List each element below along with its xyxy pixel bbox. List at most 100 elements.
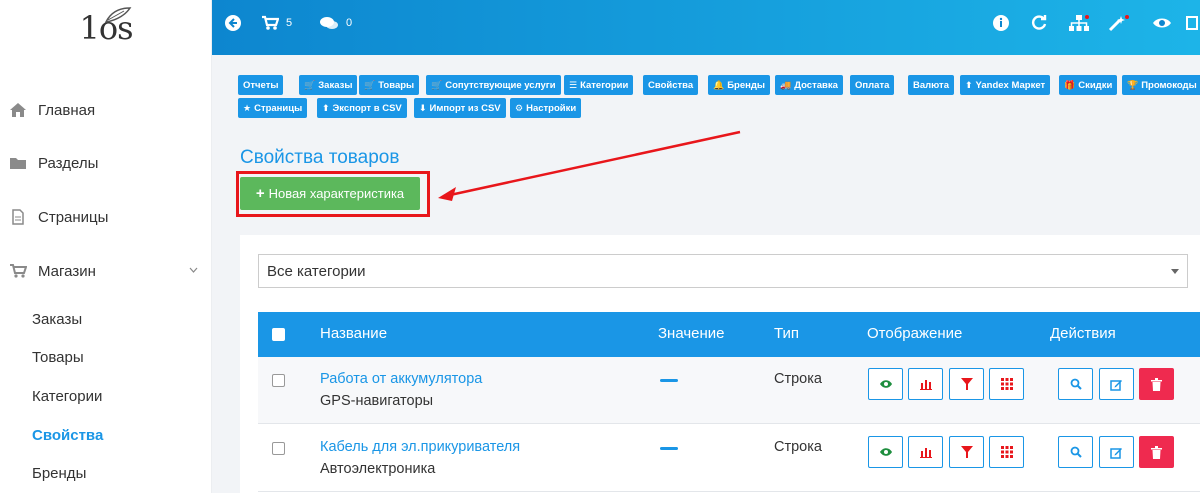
eye-icon [879, 448, 892, 456]
sidebar-item-label: Разделы [38, 154, 99, 172]
delete-button[interactable] [1139, 436, 1174, 468]
header-name[interactable]: Название [320, 325, 387, 342]
sidebar-item-shop[interactable]: Магазин [0, 256, 212, 286]
header-display: Отображение [867, 325, 963, 342]
sitemap-icon[interactable] [1068, 13, 1090, 33]
quick-nav-label: Оплата [855, 79, 890, 91]
toggle-stats-button[interactable] [908, 368, 943, 400]
toggle-visible-button[interactable] [868, 436, 903, 468]
logout-icon[interactable] [1186, 13, 1200, 33]
header-value[interactable]: Значение [658, 325, 725, 342]
toggle-filter-button[interactable] [949, 368, 984, 400]
trash-icon [1151, 445, 1162, 459]
edit-button[interactable] [1099, 436, 1134, 468]
eye-icon [879, 380, 892, 388]
quick-nav-categories[interactable]: ☰ Категории [564, 75, 634, 95]
quick-nav-properties[interactable]: Свойства [643, 75, 699, 95]
sidebar-item-label: Страницы [38, 208, 109, 226]
quick-nav-label: Заказы [318, 79, 353, 91]
sidebar-item-home[interactable]: Главная [0, 95, 212, 125]
sidebar-subitem-products[interactable]: Товары [32, 349, 84, 366]
row-checkbox[interactable] [272, 442, 285, 455]
value-dash [660, 447, 678, 450]
back-icon[interactable] [224, 13, 242, 33]
row-checkbox[interactable] [272, 374, 285, 387]
comments-indicator[interactable]: 0 [319, 13, 352, 33]
table-row: Кабель для эл.прикуривателя Автоэлектрон… [258, 425, 1200, 492]
sidebar-subitem-properties[interactable]: Свойства [32, 427, 103, 444]
quick-nav-delivery[interactable]: 🚚 Доставка [775, 75, 843, 95]
sidebar-subitem-categories[interactable]: Категории [32, 388, 102, 405]
quick-nav-currency[interactable]: Валюта [908, 75, 954, 95]
toggle-grid-button[interactable] [989, 368, 1024, 400]
sidebar-subitem-orders[interactable]: Заказы [32, 311, 82, 328]
search-icon [1070, 446, 1082, 458]
sidebar-item-label: Главная [38, 101, 96, 119]
toggle-stats-button[interactable] [908, 436, 943, 468]
select-all-checkbox[interactable] [272, 328, 285, 341]
search-icon [1070, 378, 1082, 390]
cart-icon [262, 15, 279, 30]
logo[interactable]: 1os [0, 0, 212, 55]
quick-nav-settings[interactable]: ⚙ Настройки [510, 98, 582, 118]
magic-wand-icon[interactable] [1108, 13, 1130, 33]
cart-icon: 🛒 [431, 79, 443, 90]
quick-nav-brands[interactable]: 🔔 Бренды [708, 75, 771, 95]
quick-nav-products[interactable]: 🛒 Товары [359, 75, 420, 95]
cart-indicator[interactable]: 5 [261, 13, 292, 33]
quick-nav-pages[interactable]: ★ Страницы [238, 98, 308, 118]
property-name-link[interactable]: Работа от аккумулятора [320, 371, 482, 387]
quick-nav-label: Свойства [648, 79, 694, 91]
quick-nav-promocodes[interactable]: 🏆 Промокоды [1122, 75, 1200, 95]
view-button[interactable] [1058, 436, 1093, 468]
quick-nav-label: Страницы [254, 102, 303, 114]
sidebar-item-sections[interactable]: Разделы [0, 148, 212, 178]
annotation-highlight-box [236, 171, 430, 217]
grid-icon [1000, 378, 1013, 390]
edit-icon [1110, 447, 1122, 459]
quick-nav-export-csv[interactable]: ⬆ Экспорт в CSV [317, 98, 407, 118]
quick-nav-label: Категории [580, 79, 629, 91]
file-icon [8, 207, 28, 227]
quick-nav-label: Скидки [1078, 79, 1113, 91]
sidebar: 1os Главная Разделы Страницы Магазин Зак… [0, 0, 212, 493]
property-type: Строка [774, 439, 822, 455]
quick-nav-related-services[interactable]: 🛒 Сопутствующие услуги [426, 75, 561, 95]
toggle-visible-button[interactable] [868, 368, 903, 400]
quick-nav-payment[interactable]: Оплата [850, 75, 895, 95]
view-button[interactable] [1058, 368, 1093, 400]
edit-icon [1110, 379, 1122, 391]
quick-nav-label: Сопутствующие услуги [445, 79, 556, 91]
quick-nav-orders[interactable]: 🛒 Заказы [299, 75, 358, 95]
caret-down-icon [1171, 269, 1179, 274]
property-name-link[interactable]: Кабель для эл.прикуривателя [320, 439, 520, 455]
header-actions: Действия [1050, 325, 1116, 342]
quick-nav-import-csv[interactable]: ⬇ Импорт из CSV [414, 98, 506, 118]
edit-button[interactable] [1099, 368, 1134, 400]
bar-chart-icon [919, 380, 932, 390]
trash-icon [1151, 377, 1162, 391]
quick-nav-reports[interactable]: Отчеты [238, 75, 284, 95]
cart-icon: 🛒 [364, 79, 376, 90]
delete-button[interactable] [1139, 368, 1174, 400]
toggle-filter-button[interactable] [949, 436, 984, 468]
quick-nav-yandex-market[interactable]: ⬆ Yandex Маркет [960, 75, 1051, 95]
chevron-down-icon[interactable] [189, 264, 198, 276]
header-type[interactable]: Тип [774, 325, 799, 342]
info-icon[interactable] [992, 13, 1010, 33]
eye-icon[interactable] [1152, 13, 1172, 33]
cart-count: 5 [286, 17, 293, 29]
category-select[interactable]: Все категории [258, 254, 1188, 288]
toggle-grid-button[interactable] [989, 436, 1024, 468]
quick-nav-label: Промокоды [1141, 79, 1197, 91]
sidebar-subitem-brands[interactable]: Бренды [32, 465, 86, 482]
value-dash [660, 379, 678, 382]
sidebar-item-pages[interactable]: Страницы [0, 202, 212, 232]
quick-nav-label: Валюта [913, 79, 949, 91]
list-icon: ☰ [569, 79, 578, 90]
quick-nav-discounts[interactable]: 🎁 Скидки [1059, 75, 1118, 95]
refresh-icon[interactable] [1030, 13, 1048, 33]
properties-card: Все категории Название Значение Тип Отоб… [240, 235, 1200, 493]
filter-icon [960, 446, 973, 458]
category-select-value: Все категории [267, 262, 366, 280]
